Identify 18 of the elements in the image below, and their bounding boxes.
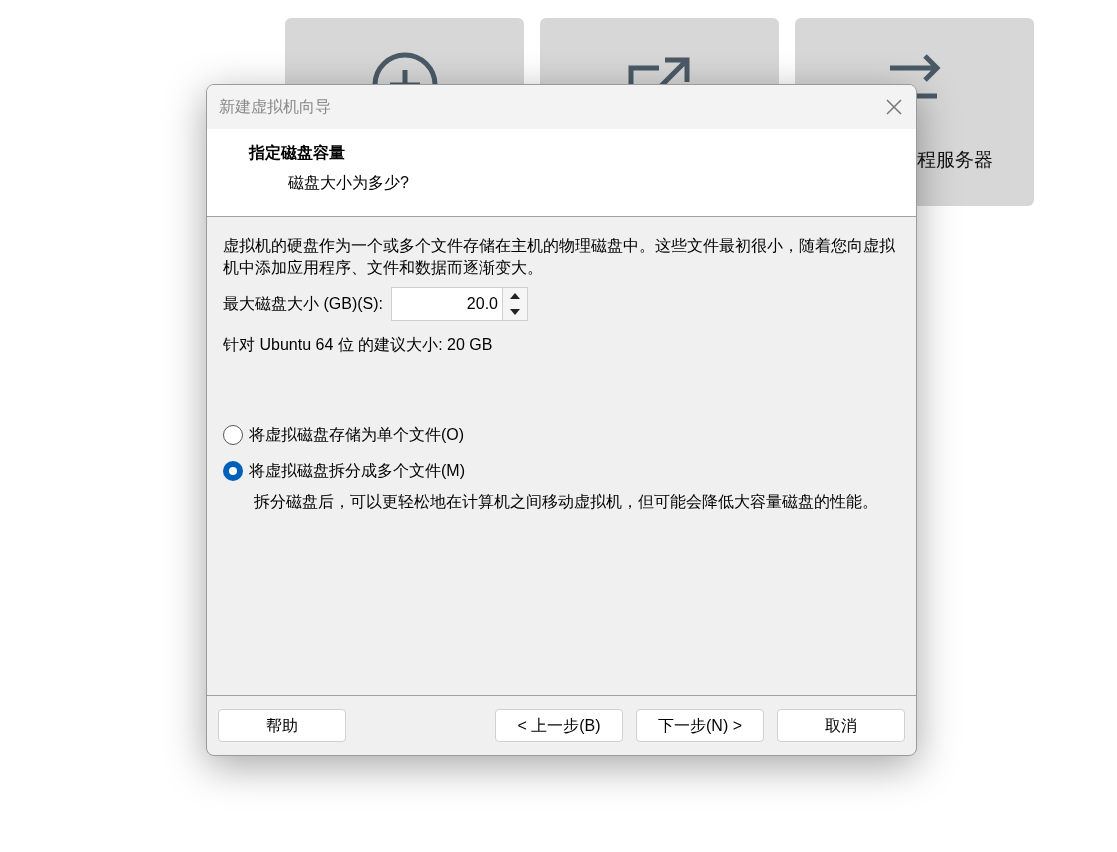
size-label: 最大磁盘大小 (GB)(S): xyxy=(223,294,383,314)
next-button[interactable]: 下一步(N) > xyxy=(636,709,764,742)
radio-option[interactable]: 将虚拟磁盘存储为单个文件(O) xyxy=(223,423,900,447)
window-title: 新建虚拟机向导 xyxy=(219,97,331,117)
back-button[interactable]: < 上一步(B) xyxy=(495,709,623,742)
help-button[interactable]: 帮助 xyxy=(218,709,346,742)
page-subheading: 磁盘大小为多少? xyxy=(288,173,410,193)
recommended-size-text: 针对 Ubuntu 64 位 的建议大小: 20 GB xyxy=(223,335,494,355)
card-label: 程服务器 xyxy=(916,148,993,172)
cancel-button[interactable]: 取消 xyxy=(777,709,905,742)
option-note: 拆分磁盘后，可以更轻松地在计算机之间移动虚拟机，但可能会降低大容量磁盘的性能。 xyxy=(254,492,879,512)
close-icon[interactable] xyxy=(886,99,902,115)
radio-option[interactable]: 将虚拟磁盘拆分成多个文件(M) xyxy=(223,459,900,483)
radio-button[interactable] xyxy=(223,425,243,445)
radio-button[interactable] xyxy=(223,461,243,481)
description-text: 虚拟机的硬盘作为一个或多个文件存储在主机的物理磁盘中。这些文件最初很小，随着您向虚拟机中添加应用程序、文件和数据而逐渐变大。 xyxy=(223,236,896,278)
size-spinner[interactable]: 20.0 xyxy=(391,287,528,321)
page-heading: 指定磁盘容量 xyxy=(249,143,346,163)
